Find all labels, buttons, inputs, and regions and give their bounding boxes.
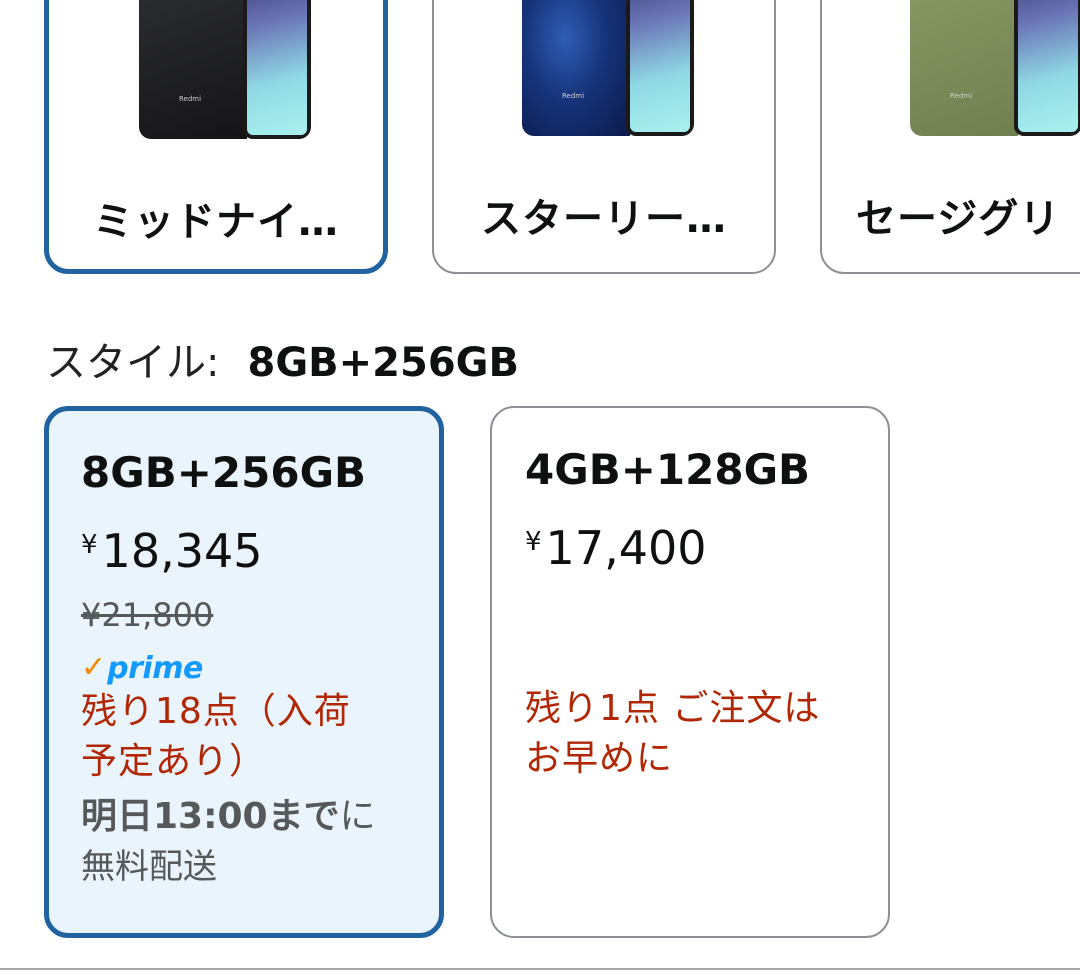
product-variant-selector: Redmi ミッドナイ… Redmi スターリー… Redmi セージグリ スタ… — [0, 0, 1080, 974]
prime-badge: ✓ prime — [81, 650, 409, 686]
style-key-label: スタイル: — [46, 340, 220, 386]
color-option-sage[interactable]: Redmi セージグリ — [820, 0, 1080, 274]
currency-symbol: ¥ — [525, 527, 542, 557]
delivery-time-suffix: に — [339, 796, 376, 837]
style-option-8gb-256gb[interactable]: 8GB+256GB ¥18,345 ¥21,800 ✓ prime 残り18点（… — [44, 406, 444, 938]
option-price: ¥18,345 — [81, 517, 409, 579]
option-price: ¥17,400 — [525, 514, 858, 576]
stock-status: 残り1点 ご注文は お早めに — [525, 684, 858, 784]
stock-line: 予定あり） — [81, 741, 267, 782]
divider — [0, 968, 1080, 970]
delivery-time: 明日13:00までに — [81, 791, 409, 843]
shipping-label: 無料配送 — [81, 847, 217, 887]
color-option-label: スターリー… — [481, 196, 727, 242]
option-size: 8GB+256GB — [81, 448, 367, 497]
option-size: 4GB+128GB — [525, 445, 811, 494]
currency-symbol: ¥ — [81, 530, 98, 560]
list-price: ¥21,800 — [81, 596, 214, 634]
stock-status: 残り18点（入荷 予定あり） — [81, 687, 409, 787]
prime-logo-text: prime — [107, 650, 203, 686]
color-option-label: セージグリ — [856, 196, 1061, 242]
stock-line: 残り1点 ご注文は — [525, 688, 821, 729]
phone-image: Redmi — [910, 0, 1080, 136]
color-option-starry[interactable]: Redmi スターリー… — [432, 0, 776, 274]
color-option-label: ミッドナイ… — [93, 199, 339, 245]
phone-brand-text: Redmi — [179, 95, 202, 103]
color-option-midnight[interactable]: Redmi ミッドナイ… — [44, 0, 388, 274]
phone-brand-text: Redmi — [562, 92, 585, 100]
phone-image: Redmi — [522, 0, 694, 136]
stock-line: 残り18点（入荷 — [81, 691, 351, 732]
style-selected-value: 8GB+256GB — [247, 340, 519, 386]
price-value: 18,345 — [101, 524, 263, 578]
prime-check-icon: ✓ — [81, 650, 107, 685]
delivery-time-bold: 明日13:00まで — [81, 796, 340, 837]
phone-brand-text: Redmi — [950, 92, 973, 100]
style-option-4gb-128gb[interactable]: 4GB+128GB ¥17,400 残り1点 ご注文は お早めに — [490, 406, 890, 938]
stock-line: お早めに — [525, 738, 674, 779]
price-value: 17,400 — [545, 521, 707, 575]
style-heading: スタイル: 8GB+256GB — [46, 330, 519, 386]
phone-image: Redmi — [139, 0, 311, 139]
